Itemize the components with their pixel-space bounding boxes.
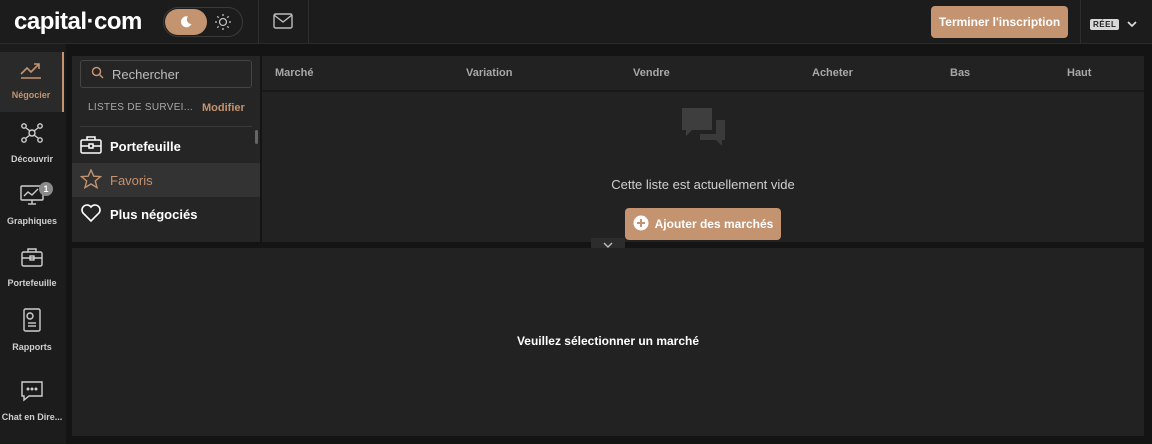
sidebar: Négocier Découvrir 1 Graphiques Portefeu… — [0, 44, 66, 444]
top-bar: capital·com Terminer l'inscription RÉEL — [0, 0, 1152, 44]
table-header: Marché Variation Vendre Acheter Bas Haut — [262, 56, 1144, 92]
watchlists-header: LISTES DE SURVEI... — [88, 102, 193, 113]
divider — [80, 126, 252, 127]
chevron-down-icon — [1127, 15, 1137, 33]
network-icon — [20, 122, 44, 149]
search-icon — [91, 66, 104, 82]
watchlist-item-portfolio[interactable]: Portefeuille — [72, 129, 260, 163]
search-input[interactable]: Rechercher — [80, 60, 252, 88]
sidebar-item-label: Graphiques — [6, 216, 57, 226]
watchlist-item-label: Plus négociés — [110, 206, 198, 222]
account-type-badge: RÉEL — [1090, 18, 1120, 30]
select-market-message: Veuillez sélectionner un marché — [516, 334, 700, 348]
sidebar-item-label: Rapports — [12, 342, 52, 352]
market-table: Marché Variation Vendre Acheter Bas Haut… — [262, 56, 1144, 242]
theme-toggle[interactable] — [163, 7, 243, 37]
sidebar-item-reports[interactable]: Rapports — [0, 300, 64, 360]
report-icon — [21, 308, 43, 337]
mail-icon[interactable] — [272, 12, 294, 30]
sidebar-item-charts[interactable]: 1 Graphiques — [0, 176, 64, 236]
column-header-buy[interactable]: Acheter — [812, 67, 853, 79]
watchlist-item-label: Favoris — [110, 172, 153, 188]
sidebar-item-portfolio[interactable]: Portefeuille — [0, 238, 64, 298]
sidebar-item-label: Négocier — [11, 90, 51, 100]
column-header-market[interactable]: Marché — [275, 67, 314, 79]
watchlist-item-label: Portefeuille — [110, 138, 181, 154]
empty-list-message: Cette liste est actuellement vide — [611, 177, 795, 192]
finish-registration-button[interactable]: Terminer l'inscription — [931, 6, 1068, 38]
column-header-low[interactable]: Bas — [950, 67, 970, 79]
edit-watchlists-link[interactable]: Modifier — [202, 102, 245, 114]
sidebar-item-discover[interactable]: Découvrir — [0, 114, 64, 174]
account-selector[interactable]: RÉEL — [1090, 15, 1137, 33]
sidebar-item-label: Découvrir — [10, 154, 54, 164]
market-detail-panel: Veuillez sélectionner un marché — [72, 248, 1144, 436]
star-icon — [79, 167, 103, 192]
column-header-sell[interactable]: Vendre — [633, 67, 670, 79]
moon-icon[interactable] — [165, 9, 207, 35]
add-markets-label: Ajouter des marchés — [654, 217, 774, 231]
divider — [308, 0, 309, 44]
briefcase-icon — [20, 246, 44, 273]
sun-icon[interactable] — [212, 12, 234, 32]
briefcase-icon — [80, 135, 102, 158]
notification-badge: 1 — [39, 182, 53, 196]
divider — [1080, 0, 1081, 44]
search-placeholder: Rechercher — [112, 66, 180, 82]
sidebar-item-trade[interactable]: Négocier — [0, 52, 64, 112]
column-header-high[interactable]: Haut — [1067, 67, 1091, 79]
empty-chat-icon — [678, 106, 728, 155]
plus-circle-icon — [633, 215, 649, 234]
chat-icon — [20, 380, 44, 407]
heart-icon — [80, 203, 102, 226]
watchlist-panel: Rechercher LISTES DE SURVEI... Modifier … — [72, 56, 260, 242]
watchlist-item-most-traded[interactable]: Plus négociés — [72, 197, 260, 231]
divider — [258, 0, 259, 44]
sidebar-item-chat[interactable]: Chat en Dire... — [0, 372, 64, 432]
sidebar-item-label: Chat en Dire... — [1, 412, 63, 422]
add-markets-button[interactable]: Ajouter des marchés — [625, 208, 781, 240]
trending-up-icon — [19, 60, 43, 85]
watchlist-item-favorites[interactable]: Favoris — [72, 163, 260, 197]
column-header-change[interactable]: Variation — [466, 67, 512, 79]
logo[interactable]: capital·com — [14, 8, 142, 36]
sidebar-item-label: Portefeuille — [7, 278, 57, 288]
